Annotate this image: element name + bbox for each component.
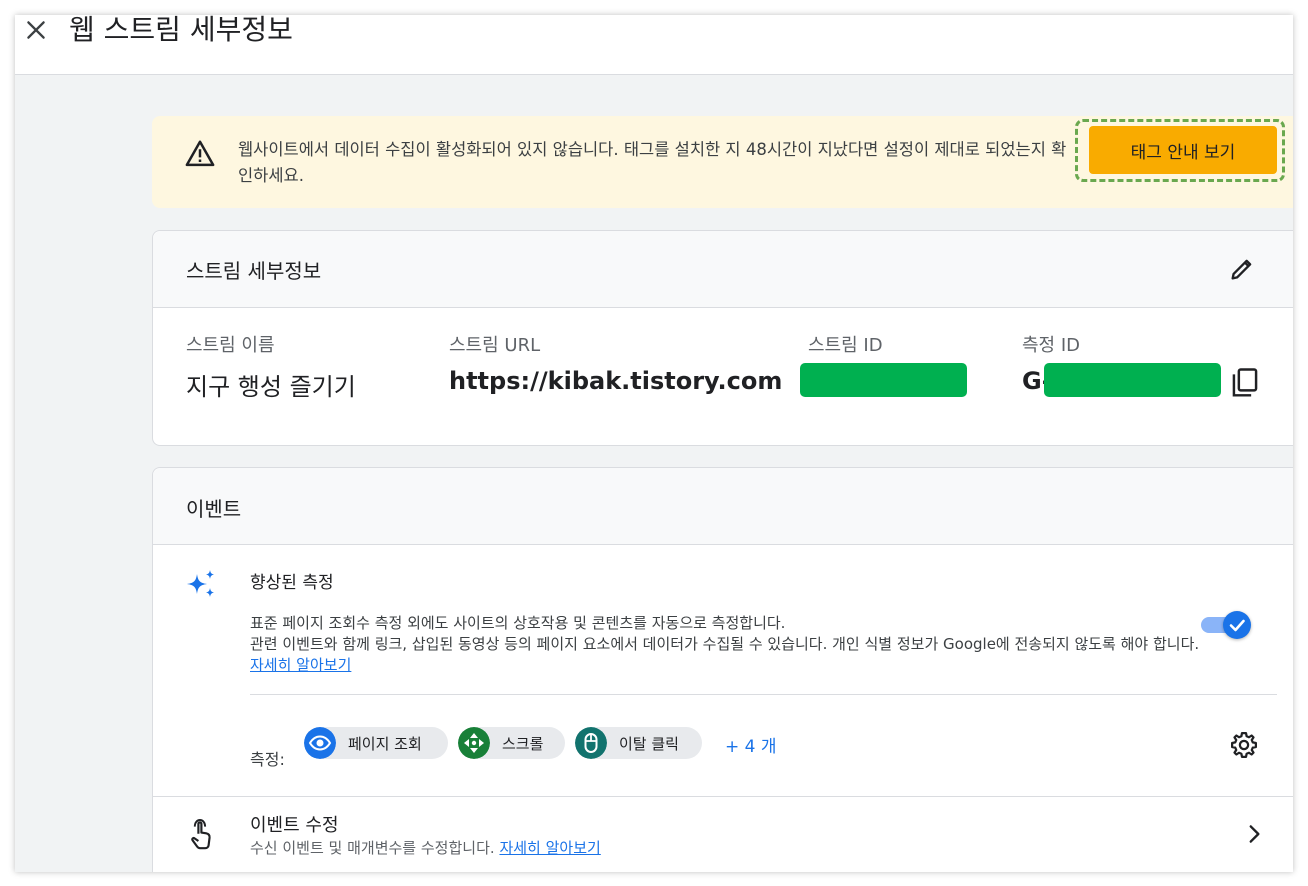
chip-outbound-click[interactable]: 이탈 클릭 — [575, 727, 702, 759]
scroll-icon — [458, 727, 490, 759]
warning-banner: 웹사이트에서 데이터 수집이 활성화되어 있지 않습니다. 태그를 설치한 지 … — [152, 116, 1293, 208]
measurement-id-label: 측정 ID — [1022, 335, 1081, 356]
page-title: 웹 스트림 세부정보 — [69, 15, 293, 46]
modify-events-title: 이벤트 수정 — [250, 815, 339, 836]
toggle-knob — [1223, 611, 1251, 639]
chip-scroll-label: 스크롤 — [502, 735, 544, 753]
warning-icon — [185, 140, 215, 167]
sparkle-icon — [187, 570, 214, 597]
stream-details-title: 스트림 세부정보 — [186, 259, 322, 283]
eye-icon — [304, 727, 336, 759]
enhanced-measurement-title: 향상된 측정 — [250, 573, 334, 593]
chip-outbound-click-label: 이탈 클릭 — [619, 735, 679, 753]
stream-url-value: https://kibak.tistory.com — [449, 367, 783, 395]
view-tag-guide-button[interactable]: 태그 안내 보기 — [1089, 126, 1277, 174]
enhanced-desc-line2: 관련 이벤트와 함께 링크, 삽입된 동영상 등의 페이지 요소에서 데이터가 … — [250, 634, 1210, 676]
top-bar: 웹 스트림 세부정보 — [15, 15, 1293, 75]
chip-scroll[interactable]: 스크롤 — [458, 727, 565, 759]
section-divider — [250, 694, 1277, 695]
check-icon — [1229, 619, 1245, 632]
gear-icon[interactable] — [1229, 730, 1259, 760]
modify-events-row[interactable]: 이벤트 수정 수신 이벤트 및 매개변수를 수정합니다. 자세히 알아보기 — [153, 797, 1293, 872]
enhanced-measurement-description: 표준 페이지 조회수 측정 외에도 사이트의 상호작용 및 콘텐츠를 자동으로 … — [250, 613, 1210, 676]
enhanced-desc-line2-text: 관련 이벤트와 함께 링크, 삽입된 동영상 등의 페이지 요소에서 데이터가 … — [250, 635, 1200, 653]
enhanced-learn-more-link[interactable]: 자세히 알아보기 — [250, 656, 351, 674]
stream-name-field: 스트림 이름 지구 행성 즐기기 — [186, 331, 356, 402]
chip-page-view-label: 페이지 조회 — [348, 735, 422, 753]
touch-icon — [191, 819, 211, 850]
modify-events-description: 수신 이벤트 및 매개변수를 수정합니다. 자세히 알아보기 — [250, 837, 601, 858]
events-header: 이벤트 — [153, 468, 1293, 545]
copy-icon[interactable] — [1230, 367, 1260, 399]
events-title: 이벤트 — [186, 497, 242, 521]
enhanced-desc-line1: 표준 페이지 조회수 측정 외에도 사이트의 상호작용 및 콘텐츠를 자동으로 … — [250, 614, 786, 632]
stream-details-card: 스트림 세부정보 스트림 이름 지구 행성 즐기기 스트림 URL https:… — [152, 230, 1293, 446]
stream-name-label: 스트림 이름 — [186, 335, 275, 356]
events-card: 이벤트 향상된 측정 표준 페이지 조회수 측정 외에도 사이트의 상호작용 및… — [152, 467, 1293, 872]
measurements-label: 측정: — [250, 750, 285, 769]
stream-details-header: 스트림 세부정보 — [153, 231, 1293, 308]
more-measurements-link[interactable]: + 4 개 — [725, 732, 777, 757]
stream-id-redaction — [800, 363, 967, 397]
close-icon[interactable] — [23, 17, 49, 43]
modify-learn-more-link[interactable]: 자세히 알아보기 — [499, 839, 600, 857]
stream-url-label: 스트림 URL — [449, 335, 541, 356]
measurement-id-redaction — [1044, 363, 1221, 397]
stream-id-label: 스트림 ID — [808, 335, 883, 356]
mouse-icon — [575, 727, 607, 759]
stream-url-field: 스트림 URL https://kibak.tistory.com — [449, 331, 782, 395]
stream-name-value: 지구 행성 즐기기 — [186, 373, 356, 401]
pencil-icon[interactable] — [1228, 255, 1256, 283]
banner-message: 웹사이트에서 데이터 수집이 활성화되어 있지 않습니다. 태그를 설치한 지 … — [238, 140, 1067, 185]
enhanced-measurement-toggle[interactable] — [1201, 609, 1253, 641]
chip-page-view[interactable]: 페이지 조회 — [304, 727, 448, 759]
modify-events-desc-text: 수신 이벤트 및 매개변수를 수정합니다. — [250, 839, 495, 857]
stream-id-field: 스트림 ID — [808, 331, 883, 357]
chevron-right-icon — [1249, 825, 1260, 843]
web-stream-details-panel: 웹 스트림 세부정보 웹사이트에서 데이터 수집이 활성화되어 있지 않습니다.… — [15, 15, 1293, 872]
